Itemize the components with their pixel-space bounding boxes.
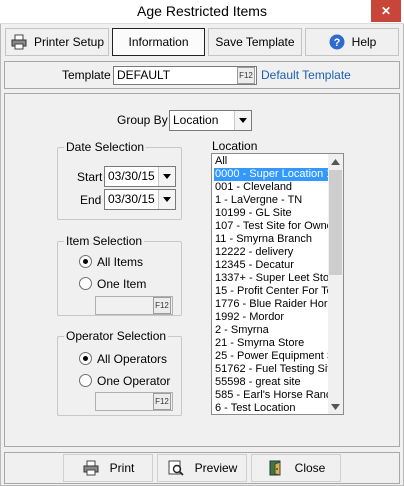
- save-template-label: Save Template: [215, 35, 295, 49]
- list-item[interactable]: 55598 - great site: [214, 376, 329, 389]
- list-item[interactable]: 21 - Smyrna Store: [214, 337, 329, 350]
- preview-button[interactable]: Preview: [157, 454, 247, 482]
- start-date-value: 03/30/15: [108, 169, 155, 183]
- window-close-button[interactable]: ✕: [371, 0, 401, 22]
- list-item[interactable]: 001 - Cleveland: [214, 181, 329, 194]
- one-item-label: One Item: [97, 277, 147, 291]
- all-operators-radio[interactable]: [79, 352, 92, 365]
- list-item[interactable]: 2 - Smyrna: [214, 324, 329, 337]
- one-operator-radio[interactable]: [79, 374, 92, 387]
- preview-icon: [167, 459, 185, 477]
- list-item[interactable]: All: [214, 155, 329, 168]
- chevron-down-icon[interactable]: [234, 111, 251, 130]
- start-date-label: Start: [77, 170, 103, 184]
- chevron-down-icon[interactable]: [158, 167, 175, 186]
- group-by-select[interactable]: Location: [169, 110, 252, 131]
- one-item-radio[interactable]: [79, 277, 92, 290]
- template-lookup-button[interactable]: F12: [237, 67, 255, 84]
- scroll-down-icon[interactable]: [328, 399, 343, 414]
- item-selection-title: Item Selection: [64, 234, 145, 248]
- template-row: Template DEFAULT F12 Default Template: [4, 61, 400, 89]
- all-operators-label: All Operators: [97, 352, 168, 366]
- help-icon: ?: [328, 33, 346, 51]
- location-label: Location: [212, 139, 258, 153]
- operator-selection-title: Operator Selection: [64, 329, 169, 343]
- list-item[interactable]: 1992 - Mordor: [214, 311, 329, 324]
- end-date-picker[interactable]: 03/30/15: [104, 189, 176, 210]
- template-input[interactable]: DEFAULT: [113, 66, 257, 85]
- list-item[interactable]: 1776 - Blue Raider Horse: [214, 298, 329, 311]
- list-item[interactable]: 12345 - Decatur: [214, 259, 329, 272]
- printer-setup-button[interactable]: Printer Setup: [5, 28, 109, 56]
- operator-lookup-button[interactable]: F12: [153, 393, 171, 410]
- printer-icon: [10, 33, 28, 51]
- list-item[interactable]: 51762 - Fuel Testing Site: [214, 363, 329, 376]
- location-scrollbar[interactable]: [328, 154, 343, 414]
- list-item[interactable]: 15 - Profit Center For Test: [214, 285, 329, 298]
- list-item[interactable]: 11 - Smyrna Branch: [214, 233, 329, 246]
- close-button[interactable]: Close: [251, 454, 341, 482]
- list-item[interactable]: 12222 - delivery: [214, 246, 329, 259]
- close-label: Close: [294, 461, 326, 475]
- help-label: Help: [351, 35, 377, 49]
- list-item[interactable]: 0000 - Super Location 1: [214, 168, 329, 181]
- template-label: Template: [62, 68, 111, 82]
- list-item[interactable]: 6 - Test Location: [214, 402, 329, 414]
- list-item[interactable]: 107 - Test Site for Owner: [214, 220, 329, 233]
- group-by-value: Location: [173, 113, 219, 127]
- print-button[interactable]: Print: [63, 454, 153, 482]
- close-door-icon: [267, 459, 285, 477]
- list-item[interactable]: 25 - Power Equipment S: [214, 350, 329, 363]
- group-by-label: Group By: [117, 113, 168, 127]
- information-button[interactable]: Information: [112, 28, 205, 56]
- scroll-up-icon[interactable]: [328, 154, 343, 169]
- end-date-value: 03/30/15: [108, 192, 155, 206]
- list-item[interactable]: 1337+ - Super Leet Store: [214, 272, 329, 285]
- window-title: Age Restricted Items: [137, 3, 267, 19]
- start-date-picker[interactable]: 03/30/15: [104, 166, 176, 187]
- all-items-label: All Items: [97, 255, 144, 269]
- location-listbox[interactable]: All 0000 - Super Location 1 001 - Clevel…: [211, 153, 344, 415]
- list-item[interactable]: 585 - Earl's Horse Ranch: [214, 389, 329, 402]
- list-item[interactable]: 1 - LaVergne - TN: [214, 194, 329, 207]
- svg-text:?: ?: [333, 37, 340, 49]
- scrollbar-thumb[interactable]: [329, 170, 342, 275]
- help-button[interactable]: ? Help: [305, 28, 399, 56]
- chevron-down-icon[interactable]: [158, 190, 175, 209]
- printer-setup-label: Printer Setup: [33, 35, 105, 49]
- save-template-button[interactable]: Save Template: [208, 28, 302, 56]
- preview-label: Preview: [194, 461, 238, 475]
- print-label: Print: [109, 461, 135, 475]
- date-selection-title: Date Selection: [64, 140, 147, 154]
- template-description: Default Template: [261, 68, 351, 82]
- toolbar: Printer Setup Information Save Template …: [3, 28, 400, 58]
- information-label: Information: [128, 35, 189, 49]
- item-lookup-button[interactable]: F12: [153, 297, 171, 314]
- end-date-label: End: [80, 193, 102, 207]
- printer-icon: [82, 459, 100, 477]
- all-items-radio[interactable]: [79, 255, 92, 268]
- list-item[interactable]: 10199 - GL Site: [214, 207, 329, 220]
- one-operator-label: One Operator: [97, 374, 171, 388]
